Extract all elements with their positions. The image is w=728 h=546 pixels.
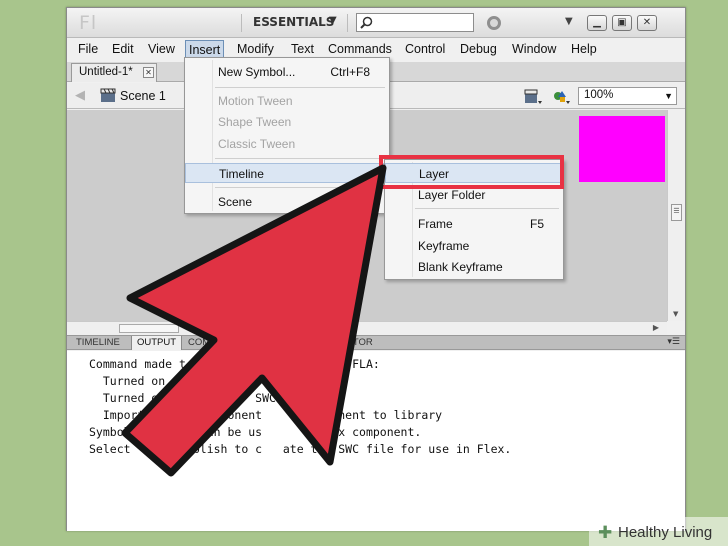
- watermark: ✚ Healthy Living: [589, 517, 728, 546]
- healthy-living-logo-icon: ✚: [598, 523, 613, 543]
- pointer-arrow-shape: [121, 164, 387, 477]
- pointer-arrow-icon: [121, 164, 387, 477]
- watermark-text: Healthy Living: [618, 524, 713, 541]
